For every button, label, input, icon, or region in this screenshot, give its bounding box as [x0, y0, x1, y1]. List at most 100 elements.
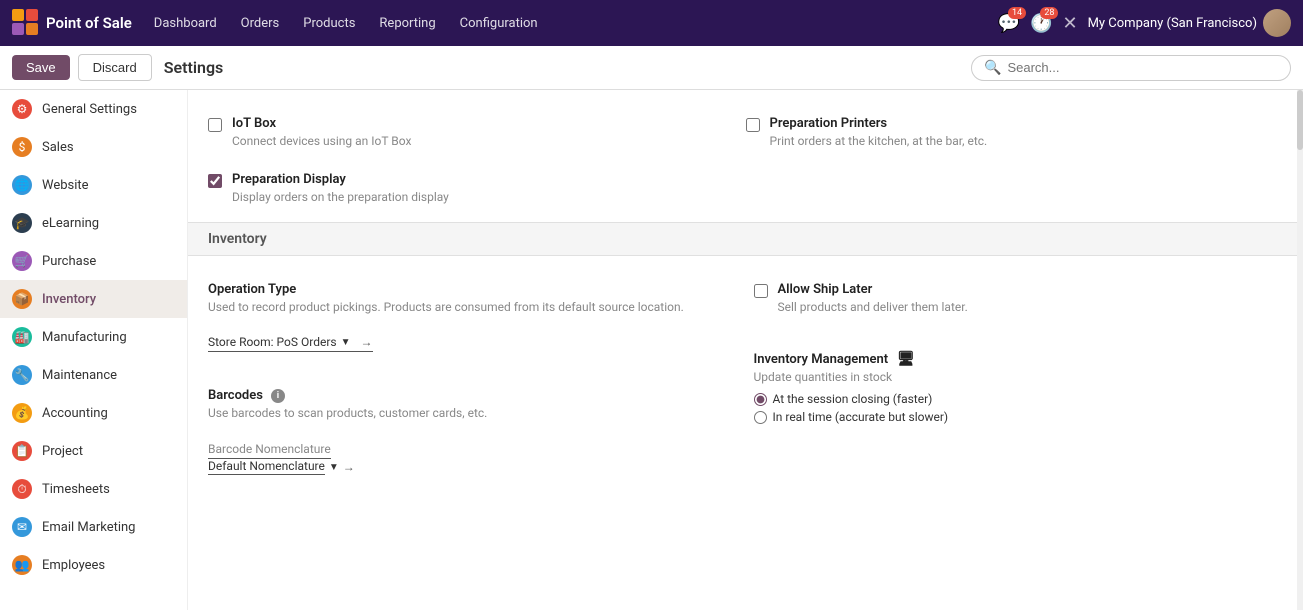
- chat-icon-btn[interactable]: 💬 14: [998, 13, 1020, 34]
- inventory-management-text: Inventory Management 🖥 Update quantities…: [754, 351, 1268, 428]
- elearning-icon: 🎓: [12, 213, 32, 233]
- radio-real-time-input[interactable]: [754, 411, 767, 424]
- main-layout: ⚙ General Settings $ Sales 🌐 Website 🎓 e…: [0, 90, 1303, 610]
- iot-box-label: IoT Box: [232, 116, 730, 131]
- nav-products[interactable]: Products: [293, 12, 365, 35]
- sidebar-item-sales[interactable]: $ Sales: [0, 128, 187, 166]
- radio-real-time-label: In real time (accurate but slower): [773, 410, 949, 424]
- nomenclature-arrow-icon[interactable]: →: [343, 460, 355, 474]
- allow-ship-later-setting: Allow Ship Later Sell products and deliv…: [754, 272, 1284, 326]
- sidebar-label-maintenance: Maintenance: [42, 368, 117, 383]
- barcodes-setting: Barcodes i Use barcodes to scan products…: [208, 378, 738, 485]
- email-marketing-icon: ✉: [12, 517, 32, 537]
- operation-type-dropdown[interactable]: Store Room: PoS Orders ▼ →: [208, 333, 373, 352]
- activity-icon-btn[interactable]: 🕐 28: [1030, 13, 1052, 34]
- external-link-icon[interactable]: →: [361, 335, 373, 349]
- sidebar-item-website[interactable]: 🌐 Website: [0, 166, 187, 204]
- sidebar-item-employees[interactable]: 👥 Employees: [0, 546, 187, 584]
- prep-printers-checkbox[interactable]: [746, 118, 760, 132]
- radio-session-closing-label: At the session closing (faster): [773, 392, 933, 406]
- sidebar-label-elearning: eLearning: [42, 216, 99, 231]
- allow-ship-later-checkbox[interactable]: [754, 284, 768, 298]
- nav-reporting[interactable]: Reporting: [369, 12, 445, 35]
- sidebar-label-general-settings: General Settings: [42, 102, 137, 117]
- sidebar-label-email-marketing: Email Marketing: [42, 520, 135, 535]
- general-settings-icon: ⚙: [12, 99, 32, 119]
- sidebar-item-purchase[interactable]: 🛒 Purchase: [0, 242, 187, 280]
- barcode-nomenclature-dropdown[interactable]: Barcode Nomenclature: [208, 440, 331, 459]
- inventory-grid: Operation Type Used to record product pi…: [208, 272, 1283, 486]
- brand-icon: [12, 9, 40, 37]
- operation-type-setting: Operation Type Used to record product pi…: [208, 272, 738, 363]
- employees-icon: 👥: [12, 555, 32, 575]
- operation-type-text: Operation Type Used to record product pi…: [208, 282, 722, 353]
- search-icon: 🔍: [984, 60, 1001, 76]
- sidebar-label-purchase: Purchase: [42, 254, 96, 269]
- iot-grid: IoT Box Connect devices using an IoT Box…: [208, 106, 1283, 160]
- allow-ship-later-text: Allow Ship Later Sell products and deliv…: [778, 282, 1268, 316]
- prep-display-desc: Display orders on the preparation displa…: [232, 189, 1283, 206]
- sidebar-item-project[interactable]: 📋 Project: [0, 432, 187, 470]
- page-title: Settings: [164, 58, 224, 77]
- iot-box-checkbox-wrap: [208, 118, 222, 136]
- barcode-nomenclature-label: Barcode Nomenclature: [208, 442, 331, 456]
- brand[interactable]: Point of Sale: [12, 9, 132, 37]
- sidebar-item-elearning[interactable]: 🎓 eLearning: [0, 204, 187, 242]
- operation-type-desc: Used to record product pickings. Product…: [208, 299, 722, 316]
- prep-display-checkbox[interactable]: [208, 174, 222, 188]
- nav-configuration[interactable]: Configuration: [450, 12, 548, 35]
- nav-orders[interactable]: Orders: [231, 12, 290, 35]
- sidebar-item-inventory[interactable]: 📦 Inventory: [0, 280, 187, 318]
- sidebar-item-timesheets[interactable]: ⏱ Timesheets: [0, 470, 187, 508]
- navbar-right: 💬 14 🕐 28 ✕ My Company (San Francisco): [998, 9, 1291, 37]
- iot-box-checkbox[interactable]: [208, 118, 222, 132]
- sidebar-item-email-marketing[interactable]: ✉ Email Marketing: [0, 508, 187, 546]
- prep-printers-checkbox-wrap: [746, 118, 760, 136]
- inventory-icon: 📦: [12, 289, 32, 309]
- activity-badge: 28: [1040, 7, 1058, 19]
- iot-box-setting: IoT Box Connect devices using an IoT Box: [208, 106, 746, 160]
- discard-button[interactable]: Discard: [78, 54, 152, 81]
- iot-box-desc: Connect devices using an IoT Box: [232, 133, 730, 150]
- barcodes-label: Barcodes i: [208, 388, 722, 403]
- accounting-icon: 💰: [12, 403, 32, 423]
- radio-session-closing: At the session closing (faster): [754, 392, 1268, 406]
- scrollbar-track: [1297, 90, 1303, 610]
- timesheets-icon: ⏱: [12, 479, 32, 499]
- sidebar-label-accounting: Accounting: [42, 406, 108, 421]
- scrollbar-thumb[interactable]: [1297, 90, 1303, 150]
- inventory-section-body: Operation Type Used to record product pi…: [188, 256, 1303, 502]
- allow-ship-later-desc: Sell products and deliver them later.: [778, 299, 1268, 316]
- prep-printers-desc: Print orders at the kitchen, at the bar,…: [770, 133, 1268, 150]
- inventory-right-col: Allow Ship Later Sell products and deliv…: [754, 272, 1284, 486]
- search-input[interactable]: [1007, 60, 1278, 75]
- sidebar-item-manufacturing[interactable]: 🏭 Manufacturing: [0, 318, 187, 356]
- barcodes-info-icon[interactable]: i: [271, 389, 285, 403]
- sidebar: ⚙ General Settings $ Sales 🌐 Website 🎓 e…: [0, 90, 188, 610]
- nomenclature-dropdown-icon: ▼: [329, 462, 339, 473]
- maintenance-icon: 🔧: [12, 365, 32, 385]
- prep-display-label: Preparation Display: [232, 172, 1283, 187]
- sidebar-label-manufacturing: Manufacturing: [42, 330, 127, 345]
- sidebar-item-maintenance[interactable]: 🔧 Maintenance: [0, 356, 187, 394]
- prep-display-setting: Preparation Display Display orders on th…: [208, 172, 1283, 206]
- sidebar-label-timesheets: Timesheets: [42, 482, 110, 497]
- navbar: Point of Sale Dashboard Orders Products …: [0, 0, 1303, 46]
- nav-dashboard[interactable]: Dashboard: [144, 12, 227, 35]
- sidebar-label-website: Website: [42, 178, 89, 193]
- inventory-management-icon: 🖥: [897, 351, 915, 367]
- iot-preparation-section: IoT Box Connect devices using an IoT Box…: [188, 90, 1303, 222]
- chat-badge: 14: [1008, 7, 1026, 19]
- save-button[interactable]: Save: [12, 55, 70, 80]
- operation-type-value: Store Room: PoS Orders: [208, 335, 337, 349]
- sidebar-item-general-settings[interactable]: ⚙ General Settings: [0, 90, 187, 128]
- company-selector[interactable]: My Company (San Francisco): [1088, 9, 1291, 37]
- sidebar-item-accounting[interactable]: 💰 Accounting: [0, 394, 187, 432]
- sidebar-label-employees: Employees: [42, 558, 105, 573]
- inventory-management-label: Inventory Management 🖥: [754, 351, 1268, 367]
- barcodes-text: Barcodes i Use barcodes to scan products…: [208, 388, 722, 475]
- radio-session-closing-input[interactable]: [754, 393, 767, 406]
- prep-printers-label: Preparation Printers: [770, 116, 1268, 131]
- company-name: My Company (San Francisco): [1088, 16, 1257, 31]
- settings-icon-btn[interactable]: ✕: [1062, 13, 1077, 34]
